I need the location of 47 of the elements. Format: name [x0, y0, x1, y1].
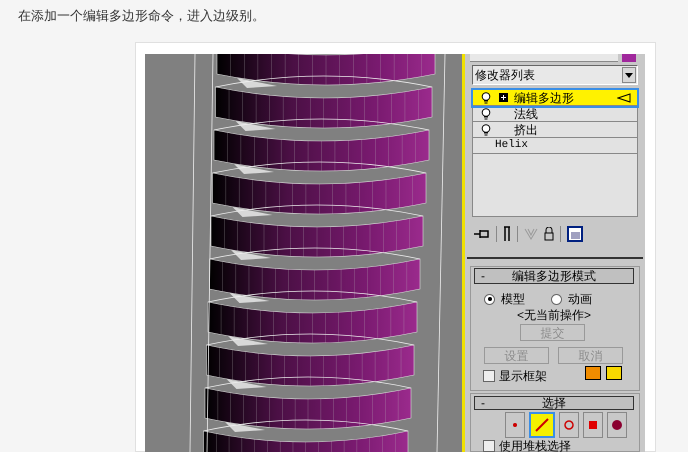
polygon-mode-button[interactable]	[583, 412, 603, 438]
checkbox[interactable]	[483, 370, 495, 382]
radio-label: 模型	[501, 291, 525, 308]
status-text: <无当前操作>	[516, 307, 592, 324]
color-swatch[interactable]	[622, 54, 636, 62]
rollout-header[interactable]: - 选择	[474, 396, 634, 410]
lightbulb-icon[interactable]	[481, 108, 491, 120]
vertex-mode-button[interactable]	[505, 412, 525, 438]
element-mode-button[interactable]	[607, 412, 627, 438]
lightbulb-icon[interactable]	[481, 124, 491, 136]
stack-item[interactable]: 编辑多边形	[473, 90, 637, 106]
stack-item[interactable]: 挤出	[473, 122, 637, 138]
sphere-icon	[611, 419, 623, 431]
pin-icon[interactable]	[474, 229, 490, 239]
bar-icon[interactable]	[503, 226, 511, 242]
stack-item-label: Helix	[495, 138, 528, 154]
rollout-title: 编辑多边形模式	[511, 268, 597, 285]
dot-icon	[510, 420, 520, 430]
color-swatch[interactable]	[606, 366, 622, 380]
expand-icon[interactable]	[499, 93, 508, 102]
line-icon	[535, 418, 549, 432]
rollout-title: 选择	[541, 395, 567, 412]
lightbulb-icon[interactable]	[481, 92, 491, 104]
triangle-icon	[617, 92, 631, 102]
modifier-list-dropdown[interactable]: 修改器列表	[472, 65, 638, 85]
stack-item-label: 挤出	[514, 122, 539, 138]
stack-item[interactable]: Helix	[473, 138, 637, 154]
stack-item-label: 法线	[514, 106, 539, 122]
square-icon	[587, 419, 599, 431]
checkbox-label: 使用堆栈选择	[499, 440, 571, 452]
stack-item[interactable]: 法线	[473, 106, 637, 122]
rollout-title: -	[480, 395, 486, 412]
rollout-header[interactable]: - 编辑多边形模式	[474, 268, 634, 284]
stack-item-label: 编辑多边形	[514, 90, 575, 106]
text-field[interactable]	[470, 54, 618, 62]
ring-icon	[563, 419, 575, 431]
instruction-text: 在添加一个编辑多边形命令，进入边级别。	[18, 7, 265, 25]
caret-icon	[622, 67, 636, 83]
checkbox[interactable]	[483, 440, 495, 452]
rollout-title: -	[480, 268, 486, 285]
lock-icon[interactable]	[544, 227, 554, 241]
radio-label: 动画	[568, 291, 592, 308]
edge-mode-button[interactable]	[529, 412, 555, 438]
border-mode-button[interactable]	[559, 412, 579, 438]
color-swatch[interactable]	[585, 366, 601, 380]
configure-icon[interactable]	[567, 226, 583, 242]
checkbox-label: 显示框架	[499, 368, 547, 385]
